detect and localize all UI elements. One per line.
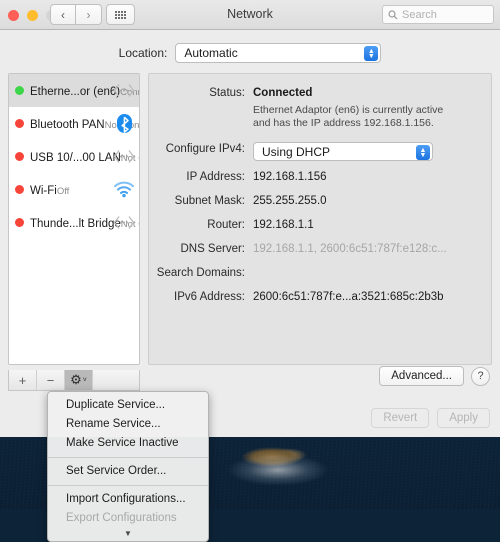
location-row: Location: Automatic ▲ ▼ [0, 43, 500, 63]
status-value: Connected [253, 87, 313, 99]
ip-address-value: 192.168.1.156 [253, 171, 327, 183]
service-name: Thunde...lt Bridge [30, 217, 121, 230]
location-value: Automatic [184, 46, 238, 60]
dns-server-row: DNS Server: 192.168.1.1, 2600:6c51:787f:… [149, 242, 477, 257]
service-text: USB 10/...00 LANNot Connected [30, 148, 139, 166]
context-menu-item[interactable]: Make Service Inactive [48, 434, 208, 453]
status-label: Status: [209, 87, 245, 99]
service-text: Thunde...lt BridgeNot Connected [30, 214, 139, 232]
service-icon [113, 181, 135, 198]
service-detail-panel: Status: Connected Ethernet Adaptor (en6)… [148, 73, 492, 365]
network-service-list[interactable]: Etherne...or (en6)Connected Bluetooth PAN… [8, 73, 140, 365]
service-icon [113, 215, 135, 230]
ipv6-address-label: IPv6 Address: [174, 291, 245, 303]
add-service-button[interactable]: + [9, 370, 37, 390]
search-input[interactable]: Search [382, 5, 494, 24]
service-text: Wi-FiOff [30, 181, 107, 199]
ipv6-address-row: IPv6 Address: 2600:6c51:787f:e...a:3521:… [149, 290, 477, 305]
service-actions-context-menu[interactable]: Duplicate Service... Rename Service... Mak… [47, 391, 209, 542]
advanced-button[interactable]: Advanced... [379, 366, 464, 386]
window-titlebar: ‹ › Network Search [0, 0, 500, 30]
service-text: Bluetooth PANNot Connected [30, 115, 139, 133]
service-name: USB 10/...00 LAN [30, 151, 121, 164]
ethernet-icon [113, 150, 135, 163]
status-dot [15, 152, 24, 161]
search-domains-label: Search Domains: [156, 267, 245, 279]
configure-ipv4-row: Configure IPv4: Using DHCP ▲ ▼ [149, 142, 477, 161]
router-value: 192.168.1.1 [253, 219, 314, 231]
revert-button: Revert [371, 408, 430, 428]
service-name: Wi-Fi [30, 184, 57, 197]
ipv6-address-value: 2600:6c51:787f:e...a:3521:685c:2b3b [253, 291, 444, 303]
configure-ipv4-dropdown[interactable]: Using DHCP ▲ ▼ [253, 142, 433, 161]
service-icon [113, 83, 135, 98]
menu-separator [48, 457, 208, 458]
status-dot [15, 185, 24, 194]
service-list-item[interactable]: Bluetooth PANNot Connected [9, 107, 139, 140]
service-name: Etherne...or (en6) [30, 85, 121, 98]
status-description: Ethernet Adaptor (en6) is currently acti… [253, 104, 444, 129]
location-dropdown[interactable]: Automatic ▲ ▼ [175, 43, 382, 63]
subnet-mask-row: Subnet Mask: 255.255.255.0 [149, 194, 477, 209]
help-button[interactable]: ? [471, 366, 490, 386]
search-domains-row: Search Domains: [149, 266, 477, 281]
chevron-updown-icon: ▲ ▼ [364, 46, 379, 61]
service-list-item[interactable]: Etherne...or (en6)Connected [9, 74, 139, 107]
dns-server-label: DNS Server: [180, 243, 245, 255]
context-menu-item[interactable]: Duplicate Service... [48, 396, 208, 415]
service-status: Off [56, 185, 70, 197]
configure-ipv4-value: Using DHCP [262, 144, 331, 159]
status-dot [15, 119, 24, 128]
bluetooth-icon [116, 114, 132, 133]
content-split: Etherne...or (en6)ConnectedBluetooth PAN… [0, 63, 500, 365]
service-icon [113, 113, 135, 134]
context-menu-item[interactable]: Import Configurations... [48, 490, 208, 509]
service-list-toolbar: + − ⚙ ˅ [8, 370, 140, 391]
footer-buttons: Revert Apply [371, 408, 490, 428]
router-label: Router: [207, 219, 245, 231]
menu-scroll-down-icon[interactable]: ▼ [48, 528, 208, 541]
service-list-item[interactable]: Thunde...lt BridgeNot Connected [9, 206, 139, 239]
subnet-mask-value: 255.255.255.0 [253, 195, 327, 207]
apply-button: Apply [437, 408, 490, 428]
search-icon [388, 9, 398, 19]
context-menu-item: Export Configurations [66, 512, 177, 524]
ethernet-icon [113, 216, 135, 229]
dns-server-value: 192.168.1.1, 2600:6c51:787f:e128:c... [253, 243, 447, 255]
router-row: Router: 192.168.1.1 [149, 218, 477, 233]
chevron-updown-icon: ▲ ▼ [416, 145, 430, 160]
wifi-icon [114, 181, 134, 198]
service-list-item[interactable]: Wi-FiOff [9, 173, 139, 206]
ethernet-icon [113, 84, 135, 97]
search-placeholder: Search [402, 8, 437, 21]
context-menu-item[interactable]: Set Service Order... [48, 462, 208, 481]
ip-address-label: IP Address: [186, 171, 245, 183]
remove-service-button[interactable]: − [37, 370, 65, 390]
service-actions-gear-button[interactable]: ⚙ ˅ [65, 370, 93, 390]
service-icon [113, 149, 135, 164]
configure-ipv4-label: Configure IPv4: [165, 143, 245, 155]
status-dot [15, 86, 24, 95]
service-list-item[interactable]: USB 10/...00 LANNot Connected [9, 140, 139, 173]
status-row: Status: Connected Ethernet Adaptor (en6)… [149, 86, 477, 130]
chevron-down-icon: ˅ [82, 376, 87, 384]
location-label: Location: [118, 46, 168, 60]
menu-separator [48, 485, 208, 486]
ip-address-row: IP Address: 192.168.1.156 [149, 170, 477, 185]
service-name: Bluetooth PAN [30, 118, 105, 131]
subnet-mask-label: Subnet Mask: [174, 195, 245, 207]
network-preferences-window: ‹ › Network Search Location: Automatic ▲… [0, 0, 500, 437]
advanced-row: Advanced... ? [379, 366, 490, 386]
status-dot [15, 218, 24, 227]
context-menu-item[interactable]: Rename Service... [48, 415, 208, 434]
gear-icon: ⚙ [70, 372, 82, 387]
service-text: Etherne...or (en6)Connected [30, 82, 139, 100]
